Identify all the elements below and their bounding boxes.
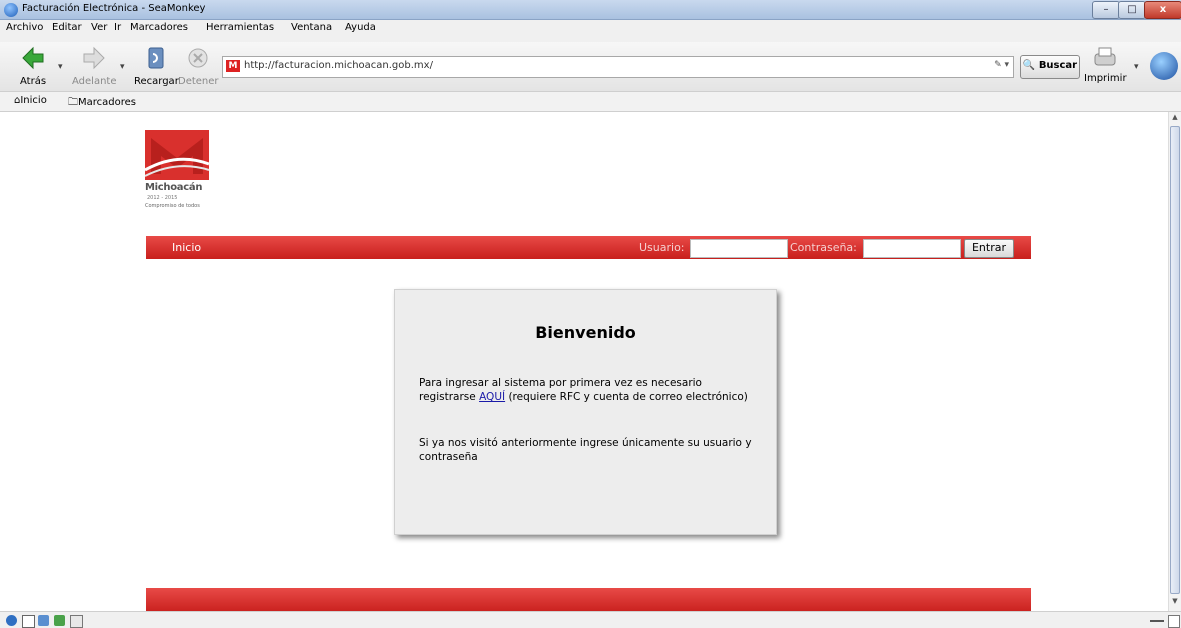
close-button[interactable]: x (1144, 1, 1181, 19)
mail-icon[interactable] (22, 615, 35, 628)
personal-toolbar: ⌂Inicio 🗀Marcadores (0, 92, 1181, 112)
user-input[interactable] (690, 239, 788, 258)
forward-label: Adelante (72, 76, 117, 87)
menu-bar: Archivo Editar Ver Ir Marcadores Herrami… (0, 20, 1181, 42)
bookmarks-menu[interactable]: 🗀Marcadores (68, 95, 136, 112)
navigator-status-icon[interactable] (6, 615, 17, 626)
menu-archivo[interactable]: Archivo (6, 22, 43, 33)
scroll-down-icon[interactable]: ▼ (1170, 597, 1180, 609)
print-dropdown-icon[interactable]: ▾ (1134, 62, 1139, 72)
top-nav-bar: Inicio Usuario: Contraseña: Entrar (146, 236, 1031, 259)
back-button[interactable]: Atrás (20, 46, 46, 87)
search-label: Buscar (1038, 60, 1078, 71)
status-bar (0, 611, 1181, 628)
folder-icon: 🗀 (68, 97, 78, 108)
stop-label: Detener (178, 76, 219, 87)
menu-marcadores[interactable]: Marcadores (130, 22, 188, 33)
menu-ventana[interactable]: Ventana (291, 22, 332, 33)
url-text: http://facturacion.michoacan.gob.mx/ (244, 60, 433, 71)
seamonkey-icon (4, 3, 18, 17)
print-button[interactable]: Imprimir (1084, 46, 1127, 84)
composer-icon[interactable] (54, 615, 65, 626)
welcome-title: Bienvenido (535, 323, 636, 342)
welcome-panel: Bienvenido Para ingresar al sistema por … (394, 289, 777, 535)
search-icon: 🔍 (1022, 60, 1036, 71)
logo-years: 2012 - 2015 (147, 195, 178, 201)
url-dropdown-icon[interactable]: ✎ ▾ (994, 60, 1009, 70)
forward-dropdown-icon[interactable]: ▾ (120, 62, 125, 72)
stop-icon (188, 48, 208, 68)
login-button[interactable]: Entrar (964, 239, 1014, 258)
password-input[interactable] (863, 239, 961, 258)
reload-label: Recargar (134, 76, 179, 87)
nav-inicio-link[interactable]: Inicio (172, 241, 201, 254)
bookmark-home[interactable]: ⌂Inicio (14, 95, 47, 106)
page-content: Michoacán 2012 - 2015 Compromiso de todo… (0, 112, 1168, 611)
logo-slogan: Compromiso de todos (145, 203, 200, 209)
security-lock-icon (1168, 615, 1180, 628)
password-label: Contraseña: (790, 241, 857, 254)
navigation-toolbar: Atrás ▾ Adelante ▾ Recargar Detener M ht… (0, 42, 1181, 92)
forward-arrow-icon (83, 46, 105, 70)
online-status-icon (1150, 620, 1164, 624)
seamonkey-throbber-icon[interactable] (1150, 52, 1178, 80)
back-dropdown-icon[interactable]: ▾ (58, 62, 63, 72)
vertical-scrollbar[interactable]: ▲ ▼ (1168, 112, 1181, 611)
url-bar[interactable]: M http://facturacion.michoacan.gob.mx/ ✎… (222, 56, 1014, 78)
menu-ver[interactable]: Ver (91, 22, 107, 33)
back-arrow-icon (22, 46, 44, 70)
stop-button[interactable]: Detener (178, 46, 219, 87)
michoacan-logo: Michoacán 2012 - 2015 Compromiso de todo… (144, 130, 211, 210)
menu-ayuda[interactable]: Ayuda (345, 22, 376, 33)
forward-button[interactable]: Adelante (72, 46, 116, 87)
menu-herramientas[interactable]: Herramientas (206, 22, 274, 33)
back-label: Atrás (20, 76, 47, 87)
register-link[interactable]: AQUÍ (479, 391, 505, 403)
chat-icon[interactable] (38, 615, 49, 626)
register-text-after: (requiere RFC y cuenta de correo electró… (505, 391, 748, 403)
window-title: Facturación Electrónica - SeaMonkey (22, 3, 206, 14)
reload-button[interactable]: Recargar (134, 46, 179, 87)
site-favicon-icon: M (226, 60, 240, 72)
printer-icon (1094, 47, 1116, 66)
minimize-button[interactable]: – (1092, 1, 1120, 19)
bookmark-home-label: Inicio (20, 95, 47, 106)
menu-ir[interactable]: Ir (114, 22, 121, 33)
reload-icon (148, 47, 164, 69)
menu-editar[interactable]: Editar (52, 22, 82, 33)
window-title-bar: Facturación Electrónica - SeaMonkey – □ … (0, 0, 1181, 20)
welcome-login-text: Si ya nos visitó anteriormente ingrese ú… (419, 437, 752, 463)
michoacan-m-logo-icon (144, 130, 210, 180)
logo-name: Michoacán (145, 182, 203, 193)
address-book-icon[interactable] (70, 615, 83, 628)
scrollbar-thumb[interactable] (1170, 126, 1180, 594)
welcome-register-text: Para ingresar al sistema por primera vez… (419, 376, 759, 404)
print-label: Imprimir (1084, 73, 1127, 84)
scroll-up-icon[interactable]: ▲ (1170, 113, 1180, 125)
footer-bar (146, 588, 1031, 611)
user-label: Usuario: (639, 241, 685, 254)
search-button[interactable]: 🔍 Buscar (1020, 55, 1080, 79)
maximize-button[interactable]: □ (1118, 1, 1146, 19)
bookmarks-menu-label: Marcadores (78, 97, 136, 108)
